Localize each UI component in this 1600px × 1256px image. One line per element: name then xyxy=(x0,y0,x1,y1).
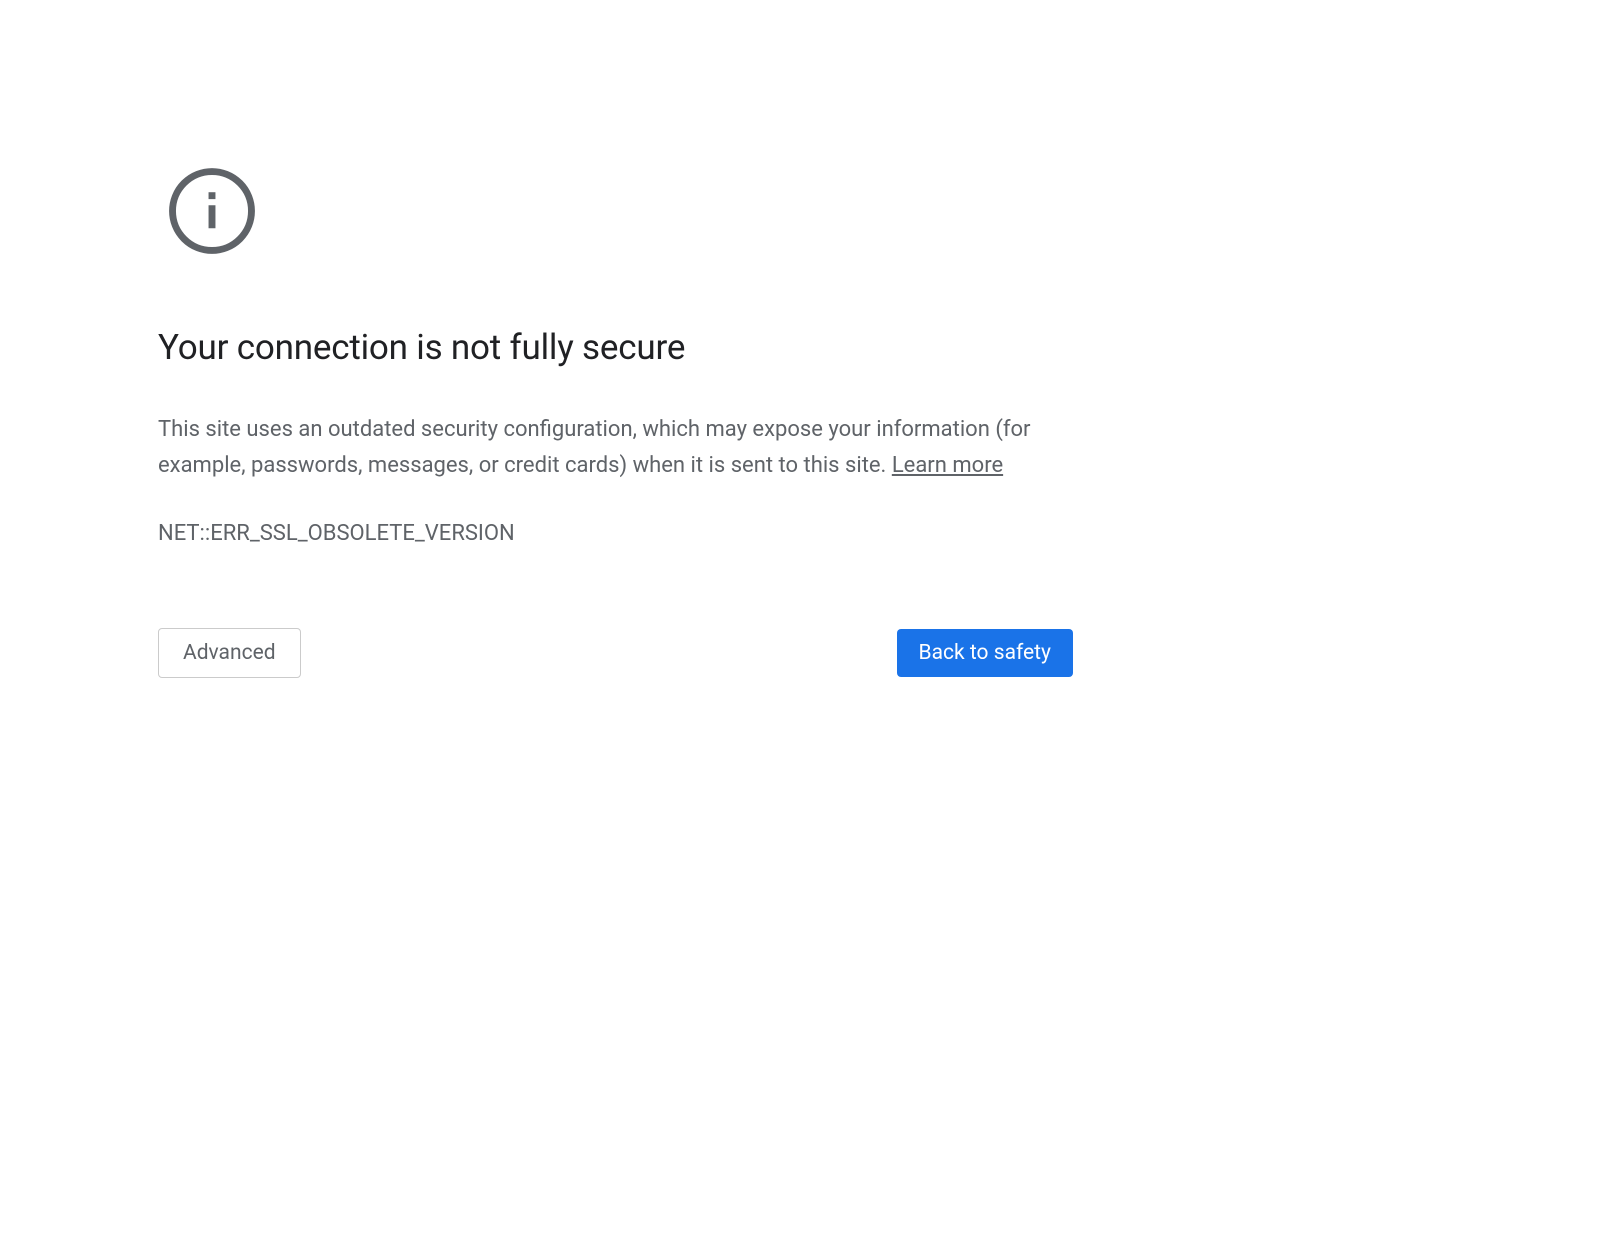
learn-more-link[interactable]: Learn more xyxy=(892,453,1003,478)
advanced-button[interactable]: Advanced xyxy=(158,628,301,678)
error-code: NET::ERR_SSL_OBSOLETE_VERSION xyxy=(158,521,1073,546)
button-row: Advanced Back to safety xyxy=(158,628,1073,678)
page-title: Your connection is not fully secure xyxy=(158,327,1073,368)
back-to-safety-button[interactable]: Back to safety xyxy=(897,629,1073,677)
security-warning-container: Your connection is not fully secure This… xyxy=(158,0,1073,678)
info-icon xyxy=(166,165,258,257)
icon-wrapper xyxy=(166,165,1073,257)
warning-description: This site uses an outdated security conf… xyxy=(158,412,1073,485)
